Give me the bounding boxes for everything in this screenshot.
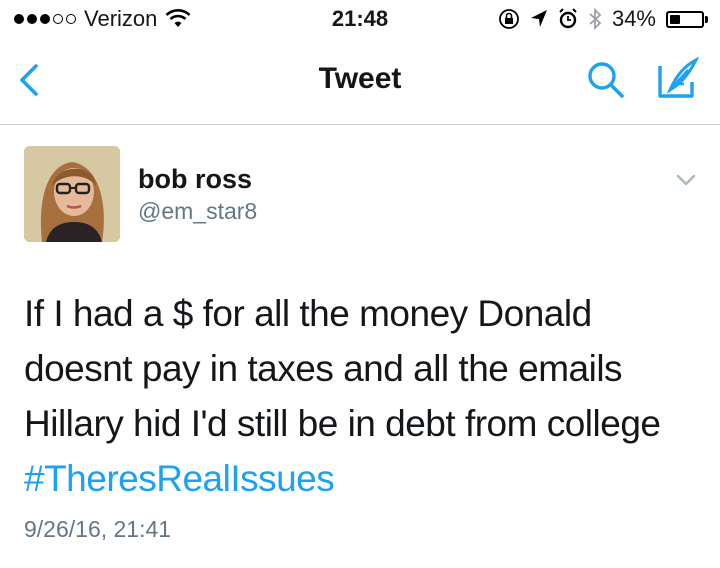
search-icon[interactable]: [584, 58, 628, 102]
avatar[interactable]: [24, 146, 120, 242]
author-name[interactable]: bob ross: [138, 164, 252, 195]
tweet-timestamp: 9/26/16, 21:41: [24, 516, 172, 542]
status-right: 34%: [498, 6, 708, 32]
tweet-line: Hillary hid I'd still be in debt from co…: [24, 403, 661, 444]
tweet-line: doesnt pay in taxes and all the emails: [24, 348, 623, 389]
battery-icon: [666, 10, 708, 28]
tweet-line: If I had a $ for all the money Donald: [24, 293, 592, 334]
location-icon: [530, 10, 547, 27]
chevron-down-icon[interactable]: [674, 168, 698, 192]
battery-percent: 34%: [611, 6, 656, 31]
tweet-text: If I had a $ for all the money Donald do…: [24, 286, 714, 506]
alarm-icon: [559, 8, 577, 29]
compose-icon[interactable]: [654, 56, 702, 102]
status-bar: Verizon 21:48 34%: [0, 0, 720, 40]
author-handle[interactable]: @em_star8: [138, 198, 257, 225]
bluetooth-icon: [589, 7, 602, 31]
nav-bar: Tweet: [0, 40, 720, 125]
battery-level: [670, 14, 680, 24]
hashtag-link[interactable]: #TheresRealIssues: [24, 451, 714, 506]
lock-rotation-icon: [499, 9, 519, 29]
avatar-photo: [24, 146, 120, 242]
